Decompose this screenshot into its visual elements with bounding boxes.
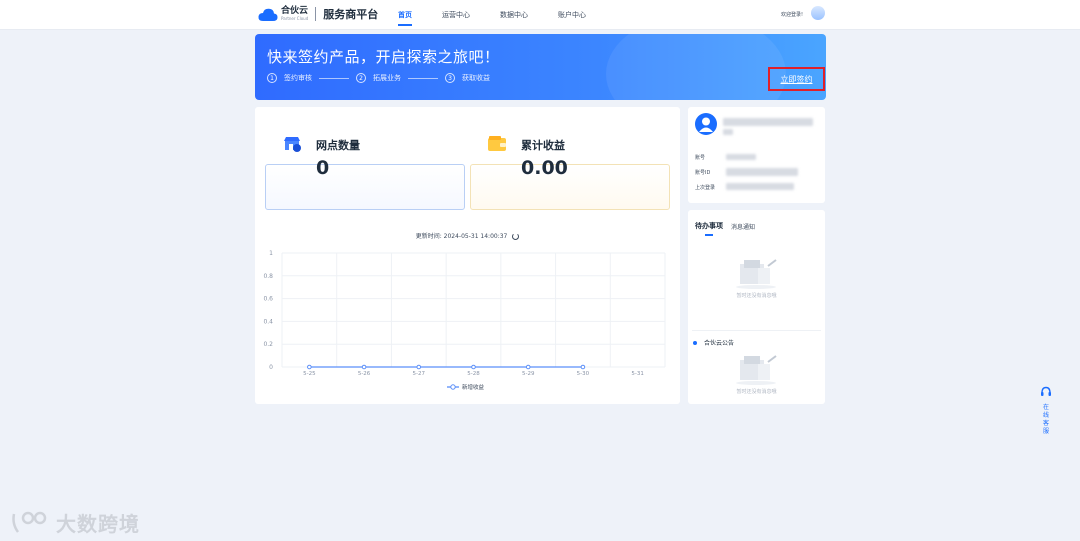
main-nav: 首页 运营中心 数据中心 账户中心 <box>398 0 616 30</box>
step-3-label: 获取收益 <box>462 74 490 82</box>
nav-home[interactable]: 首页 <box>398 0 412 30</box>
update-time-label: 更新时间: <box>415 233 442 240</box>
step-2-label: 拓展业务 <box>373 74 401 82</box>
data-point <box>416 364 422 370</box>
notice-title: 合伙云公告 <box>704 340 735 347</box>
outlet-count-value: 0 <box>316 157 330 179</box>
headset-icon <box>1041 386 1051 396</box>
notice-header: 合伙云公告 <box>693 338 734 347</box>
y-tick-label: 0 <box>269 364 273 371</box>
total-earnings-title: 累计收益 <box>521 139 565 152</box>
service-label-char: 服 <box>1042 428 1049 435</box>
tab-messages[interactable]: 消息通知 <box>731 222 755 231</box>
data-point <box>361 364 367 370</box>
x-tick-label: 5-30 <box>577 371 590 377</box>
service-label-char: 线 <box>1042 412 1049 419</box>
top-bar: 合伙云 Partner Cloud 服务商平台 首页 运营中心 数据中心 账户中… <box>0 0 1080 30</box>
step-1-label: 签约审核 <box>284 74 312 82</box>
legend-label: 新增收益 <box>462 383 485 391</box>
total-earnings-card <box>470 164 670 210</box>
todo-empty-text: 暂时还没有消息哦 <box>736 293 777 299</box>
notice-empty-text: 暂时还没有消息哦 <box>736 389 777 395</box>
online-service-button[interactable]: 在 线 客 服 <box>1036 383 1056 445</box>
platform-title: 服务商平台 <box>323 8 379 21</box>
sign-steps: 1 签约审核 2 拓展业务 3 获取收益 <box>267 73 490 83</box>
update-time-value: 2024-05-31 14:00:37 <box>443 233 508 240</box>
earnings-line-chart: 0 0.2 0.4 0.6 0.8 1 5-25 5-26 5-27 5-28 5-29 5-30 5-… <box>263 250 666 391</box>
y-tick-label: 0.8 <box>263 273 273 280</box>
welcome-text: 欢迎登录! <box>781 12 804 18</box>
nav-operations[interactable]: 运营中心 <box>442 0 470 30</box>
nav-account[interactable]: 账户中心 <box>558 0 586 30</box>
y-tick-label: 0.6 <box>263 296 273 303</box>
last-login-label: 上次登录 <box>695 185 716 191</box>
x-tick-label: 5-29 <box>522 371 535 377</box>
section-divider <box>692 330 821 331</box>
tab-active-indicator <box>705 234 713 236</box>
last-login-value-redacted <box>726 183 794 190</box>
logo-name: 合伙云 <box>281 6 309 16</box>
data-point <box>307 364 312 370</box>
tab-todo[interactable]: 待办事项 <box>695 221 723 231</box>
step-1-number: 1 <box>267 73 277 83</box>
step-connector <box>408 77 438 79</box>
banner-decoration <box>606 34 786 100</box>
overview-card: 网点数量 0 累计收益 0.00 更新时间: 2024-05-31 14:00:… <box>255 107 680 404</box>
service-label-char: 在 <box>1042 404 1049 411</box>
user-avatar-top[interactable] <box>811 6 825 20</box>
watermark: 大数跨境 <box>10 508 140 537</box>
total-earnings-value: 0.00 <box>521 157 568 179</box>
todo-card: 待办事项 消息通知 暂时还没有消息哦 合伙云公告 暂时还没有消息哦 <box>688 210 825 404</box>
account-id-value-redacted <box>726 168 798 176</box>
cloud-logo-icon <box>258 7 278 21</box>
x-tick-label: 5-25 <box>303 371 316 377</box>
outlet-count-card <box>265 164 465 210</box>
outlet-count-title: 网点数量 <box>316 139 360 152</box>
data-point <box>525 364 531 370</box>
y-tick-label: 1 <box>269 250 273 257</box>
store-icon <box>280 132 304 156</box>
account-label: 账号 <box>695 155 706 161</box>
sign-now-button[interactable]: 立即签约 <box>768 67 825 91</box>
y-tick-label: 0.2 <box>263 341 273 348</box>
sign-banner: 快来签约产品，开启探索之旅吧！ 1 签约审核 2 拓展业务 3 获取收益 <box>255 34 826 100</box>
account-value-redacted <box>726 154 756 160</box>
user-avatar <box>695 113 717 135</box>
step-2-number: 2 <box>356 73 366 83</box>
empty-box-icon <box>732 354 780 386</box>
logo[interactable]: 合伙云 Partner Cloud 服务商平台 <box>258 6 378 22</box>
user-tag-redacted <box>723 129 733 135</box>
banner-title: 快来签约产品，开启探索之旅吧！ <box>267 48 500 66</box>
step-3-number: 3 <box>445 73 455 83</box>
logo-subtitle: Partner Cloud <box>281 16 309 21</box>
wallet-icon <box>485 132 509 156</box>
y-tick-label: 0.4 <box>263 318 273 325</box>
watermark-logo-icon <box>12 511 47 533</box>
logo-divider <box>315 7 317 21</box>
service-label-char: 客 <box>1042 420 1049 427</box>
user-name-redacted <box>723 118 813 126</box>
update-time: 更新时间: 2024-05-31 14:00:37 <box>255 231 680 240</box>
bullet-dot-icon <box>693 340 697 345</box>
watermark-text: 大数跨境 <box>56 512 140 536</box>
empty-box-icon <box>732 258 780 290</box>
data-point <box>471 364 476 370</box>
x-tick-label: 5-27 <box>413 371 426 377</box>
step-connector <box>319 77 349 79</box>
user-info-card: 账号 账号ID 上次登录 <box>688 107 825 203</box>
x-tick-label: 5-31 <box>631 371 643 377</box>
nav-data-center[interactable]: 数据中心 <box>500 0 528 30</box>
legend-marker <box>450 384 456 390</box>
x-tick-label: 5-28 <box>467 371 480 377</box>
account-id-label: 账号ID <box>695 170 711 176</box>
refresh-icon[interactable] <box>512 233 520 240</box>
x-tick-label: 5-26 <box>358 371 371 377</box>
data-point <box>580 364 586 370</box>
